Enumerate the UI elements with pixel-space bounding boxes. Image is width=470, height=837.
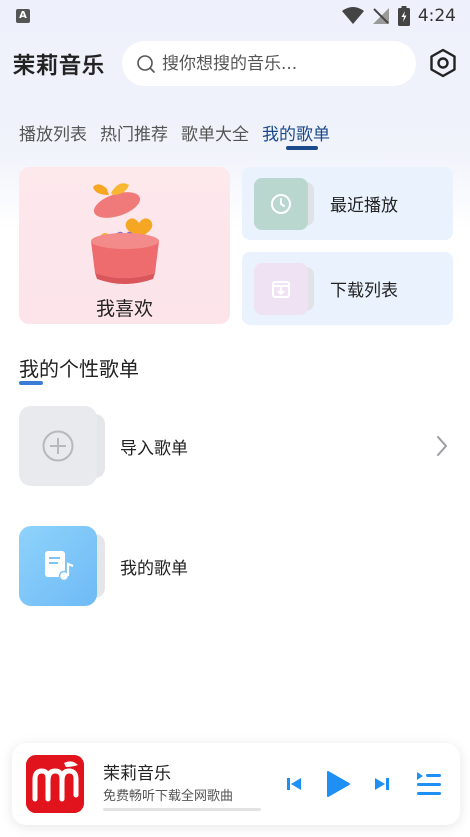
playlist-queue-icon[interactable] bbox=[416, 770, 442, 798]
active-tab-indicator bbox=[286, 146, 318, 150]
favorites-label: 我喜欢 bbox=[95, 298, 153, 320]
player-song-subtitle: 免费畅听下载全网歌曲 bbox=[103, 789, 234, 804]
my-playlist-row[interactable]: 我的歌单 bbox=[19, 526, 459, 606]
next-track-icon[interactable] bbox=[374, 776, 390, 792]
previous-track-icon[interactable] bbox=[286, 776, 302, 792]
import-cover-bg bbox=[19, 406, 97, 486]
tab-my-playlists[interactable]: 我的歌单 bbox=[262, 120, 330, 145]
search-input[interactable] bbox=[162, 53, 402, 74]
import-playlist-row[interactable]: 导入歌单 bbox=[19, 406, 459, 486]
music-file-icon bbox=[45, 551, 74, 582]
import-cover bbox=[19, 406, 107, 486]
search-icon bbox=[137, 54, 155, 73]
tab-bar: 播放列表 热门推荐 歌单大全 我的歌单 bbox=[19, 120, 330, 145]
chevron-right-icon bbox=[437, 436, 448, 456]
recent-play-card[interactable]: 最近播放 bbox=[242, 167, 453, 240]
tab-hot-recommend[interactable]: 热门推荐 bbox=[100, 120, 168, 145]
gift-box-hearts-icon bbox=[91, 183, 159, 284]
settings-hexagon-icon[interactable] bbox=[428, 48, 458, 78]
my-playlist-label: 我的歌单 bbox=[120, 558, 188, 579]
recent-play-label: 最近播放 bbox=[330, 196, 398, 216]
download-thumb-bg bbox=[254, 262, 308, 315]
section-title: 我的个性歌单 bbox=[19, 357, 139, 381]
download-thumb bbox=[254, 262, 314, 315]
wifi-icon bbox=[341, 7, 364, 24]
my-playlist-cover-bg bbox=[19, 526, 97, 606]
mini-player[interactable]: 茉莉音乐 免费畅听下载全网歌曲 bbox=[12, 743, 460, 825]
play-icon[interactable] bbox=[325, 770, 351, 798]
recent-thumb bbox=[254, 177, 314, 230]
download-box-icon bbox=[272, 280, 290, 298]
app-logo-icon bbox=[26, 755, 84, 813]
download-list-card[interactable]: 下载列表 bbox=[242, 252, 453, 325]
favorites-card[interactable]: 我喜欢 bbox=[19, 167, 230, 324]
no-signal-icon bbox=[372, 8, 389, 24]
clock-icon bbox=[271, 193, 291, 214]
section-title-underline bbox=[19, 381, 43, 385]
battery-icon bbox=[397, 6, 410, 26]
app-title: 茉莉音乐 bbox=[13, 54, 106, 79]
notification-app-icon: A bbox=[16, 9, 30, 23]
player-song-title: 茉莉音乐 bbox=[103, 764, 171, 784]
tab-playlist[interactable]: 播放列表 bbox=[19, 120, 87, 145]
download-list-label: 下载列表 bbox=[330, 281, 398, 301]
status-bar: A 4:24 bbox=[0, 0, 470, 34]
import-playlist-label: 导入歌单 bbox=[120, 438, 188, 459]
status-icons: 4:24 bbox=[341, 6, 456, 26]
tab-playlist-collection[interactable]: 歌单大全 bbox=[181, 120, 249, 145]
search-box[interactable] bbox=[122, 41, 416, 86]
plus-circle-icon bbox=[42, 430, 74, 462]
my-playlist-cover bbox=[19, 526, 107, 606]
recent-thumb-bg bbox=[254, 177, 308, 230]
player-progress-bar[interactable] bbox=[103, 808, 261, 811]
status-time: 4:24 bbox=[417, 6, 456, 26]
